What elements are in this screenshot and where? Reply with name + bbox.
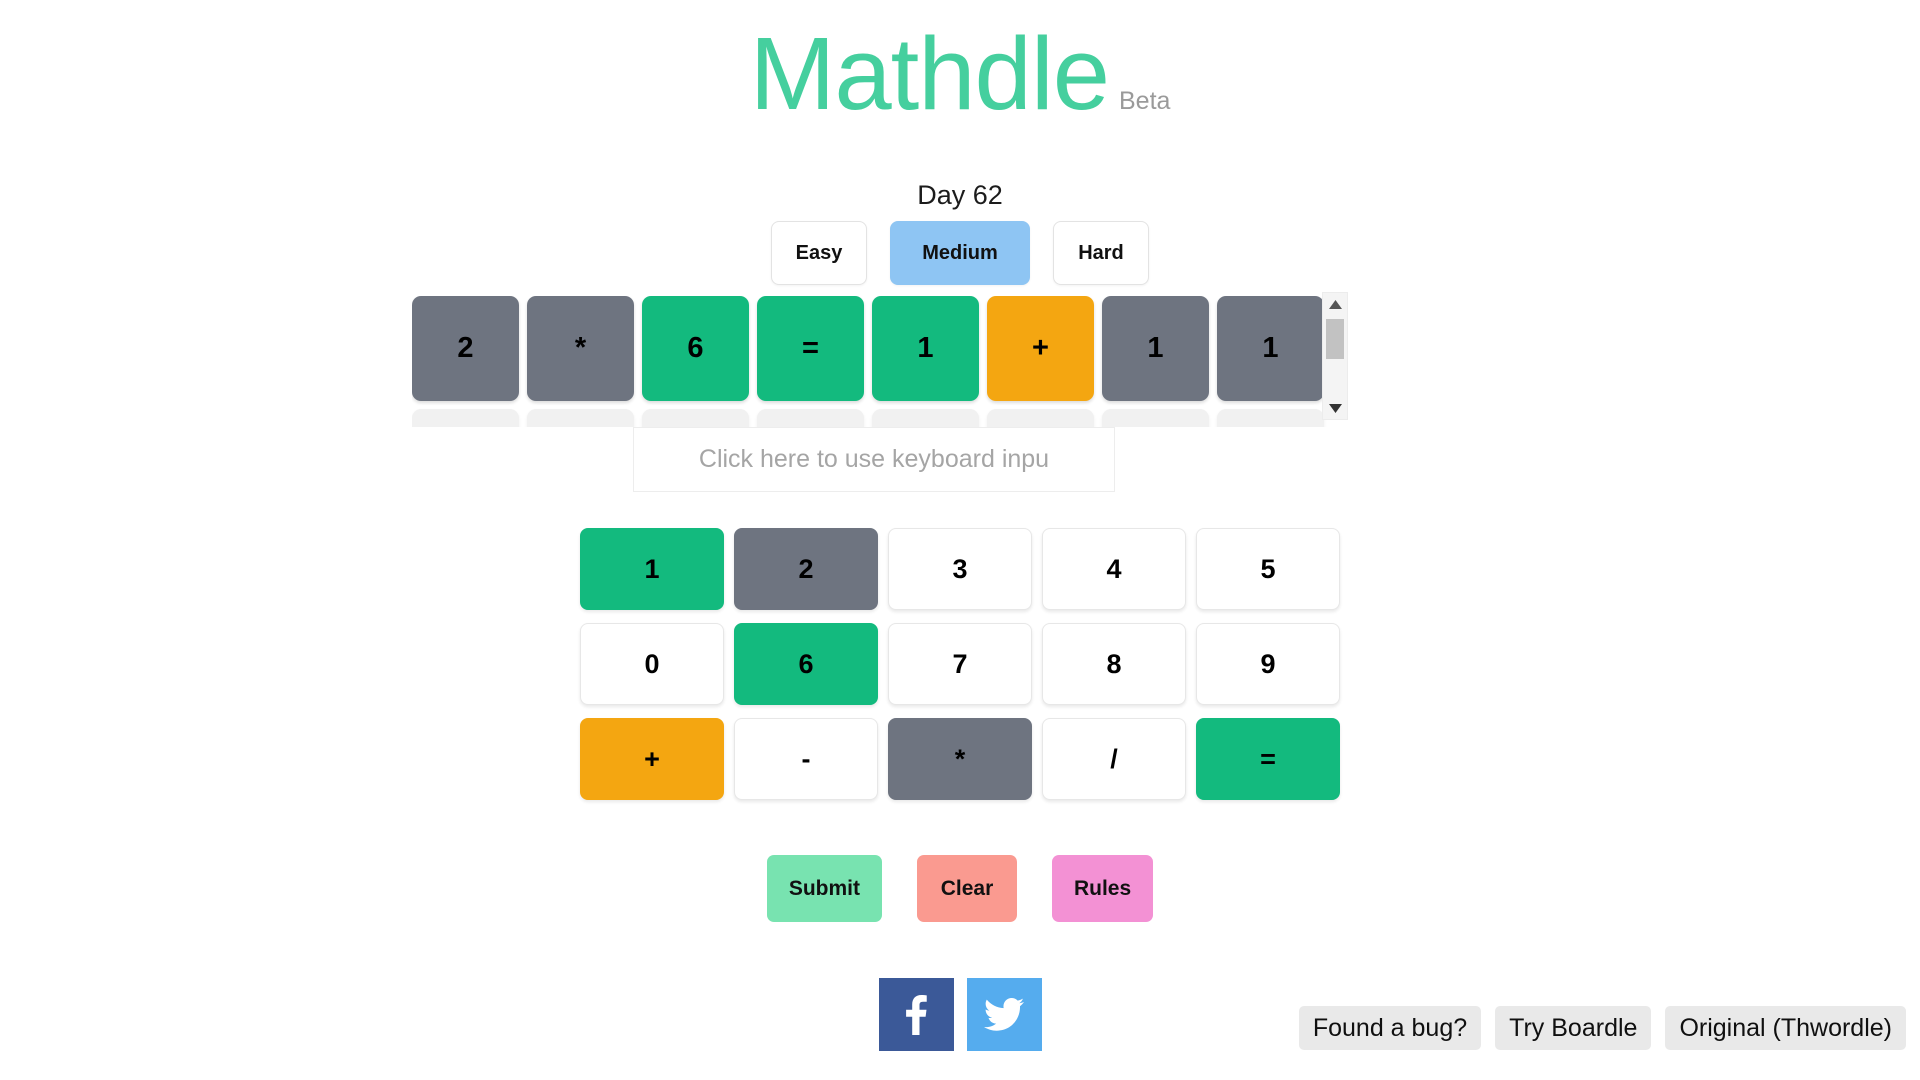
clear-button[interactable]: Clear xyxy=(916,855,1017,922)
scroll-down-arrow-icon[interactable] xyxy=(1323,397,1347,419)
key-7[interactable]: 7 xyxy=(888,623,1032,705)
found-a-bug-button[interactable]: Found a bug? xyxy=(1298,1006,1482,1050)
difficulty-selector: Easy Medium Hard xyxy=(0,221,1920,285)
twitter-share-button[interactable] xyxy=(966,978,1042,1051)
board-tile xyxy=(872,409,979,427)
board-tile xyxy=(1217,409,1324,427)
difficulty-button-hard[interactable]: Hard xyxy=(1053,221,1149,285)
facebook-icon xyxy=(905,994,927,1035)
key-1[interactable]: 1 xyxy=(580,528,724,610)
key-2[interactable]: 2 xyxy=(734,528,878,610)
twitter-icon xyxy=(984,998,1024,1031)
board-row: 2 * 6 = 1 + 1 1 xyxy=(412,296,1342,401)
board-tile xyxy=(1102,409,1209,427)
key-3[interactable]: 3 xyxy=(888,528,1032,610)
keypad-row: + - * / = xyxy=(580,718,1340,800)
key-multiply[interactable]: * xyxy=(888,718,1032,800)
mathdle-app: Mathdle Beta Day 62 Easy Medium Hard 2 * … xyxy=(0,0,1920,1080)
key-5[interactable]: 5 xyxy=(1196,528,1340,610)
board-tile: 6 xyxy=(642,296,749,401)
rules-button[interactable]: Rules xyxy=(1051,855,1154,922)
board-tile: + xyxy=(987,296,1094,401)
board-tile xyxy=(987,409,1094,427)
keypad-row: 1 2 3 4 5 xyxy=(580,528,1340,610)
keypad-row: 0 6 7 8 9 xyxy=(580,623,1340,705)
board-tile xyxy=(757,409,864,427)
board-row xyxy=(412,409,1342,427)
try-boardle-button[interactable]: Try Boardle xyxy=(1495,1006,1652,1050)
key-6[interactable]: 6 xyxy=(734,623,878,705)
submit-button[interactable]: Submit xyxy=(766,855,882,922)
key-4[interactable]: 4 xyxy=(1042,528,1186,610)
beta-badge: Beta xyxy=(1119,87,1171,115)
keyboard-input[interactable] xyxy=(633,427,1115,492)
key-divide[interactable]: / xyxy=(1042,718,1186,800)
key-9[interactable]: 9 xyxy=(1196,623,1340,705)
game-board[interactable]: 2 * 6 = 1 + 1 1 xyxy=(412,296,1342,427)
board-tile: 2 xyxy=(412,296,519,401)
day-label: Day 62 xyxy=(917,180,1003,210)
on-screen-keypad: 1 2 3 4 5 0 6 7 8 9 + - * / = xyxy=(0,528,1920,800)
key-8[interactable]: 8 xyxy=(1042,623,1186,705)
difficulty-button-medium[interactable]: Medium xyxy=(890,221,1030,285)
board-tile: = xyxy=(757,296,864,401)
board-tile: 1 xyxy=(872,296,979,401)
scrollbar-track[interactable] xyxy=(1323,315,1347,397)
footer-links: Found a bug? Try Boardle Original (Thwor… xyxy=(1298,1006,1906,1050)
facebook-share-button[interactable] xyxy=(878,978,954,1051)
board-tile xyxy=(642,409,749,427)
key-minus[interactable]: - xyxy=(734,718,878,800)
page-header: Mathdle Beta xyxy=(0,22,1920,125)
difficulty-button-easy[interactable]: Easy xyxy=(771,221,867,285)
action-buttons: Submit Clear Rules xyxy=(0,855,1920,922)
board-tile xyxy=(412,409,519,427)
page-title: Mathdle xyxy=(749,16,1110,131)
key-plus[interactable]: + xyxy=(580,718,724,800)
board-tile: 1 xyxy=(1217,296,1324,401)
board-tile: 1 xyxy=(1102,296,1209,401)
board-tile: * xyxy=(527,296,634,401)
scroll-up-arrow-icon[interactable] xyxy=(1323,293,1347,315)
original-thwordle-button[interactable]: Original (Thwordle) xyxy=(1665,1006,1906,1050)
board-scrollbar[interactable] xyxy=(1322,292,1348,420)
board-tile xyxy=(527,409,634,427)
key-equals[interactable]: = xyxy=(1196,718,1340,800)
scrollbar-thumb[interactable] xyxy=(1326,319,1344,359)
key-0[interactable]: 0 xyxy=(580,623,724,705)
